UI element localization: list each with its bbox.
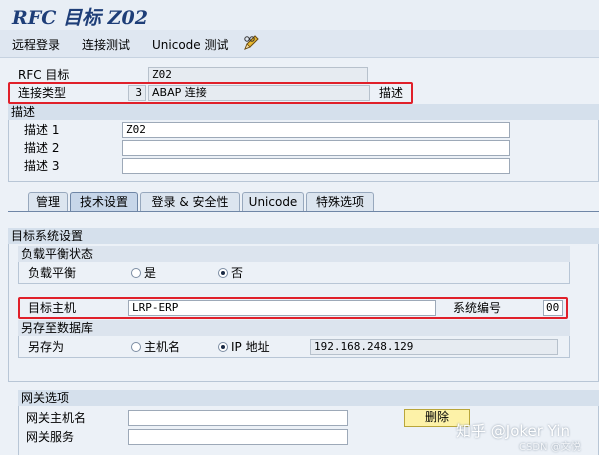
save-as-hostname-label: 主机名 <box>144 340 181 354</box>
connection-test-button[interactable]: 连接测试 <box>82 36 130 53</box>
target-host-label: 目标主机 <box>28 301 77 315</box>
sys-no-input[interactable]: 00 <box>543 300 563 316</box>
load-balance-title: 负载平衡状态 <box>18 246 570 262</box>
tab-unicode[interactable]: Unicode <box>242 192 304 212</box>
gateway-host-input[interactable] <box>128 410 348 426</box>
desc1-input[interactable]: Z02 <box>122 122 510 138</box>
rfc-target-label: RFC 目标 <box>18 68 70 82</box>
load-balance-panel <box>18 262 570 284</box>
save-as-label: 另存为 <box>28 340 65 354</box>
load-balance-no-radio[interactable] <box>218 268 228 278</box>
target-host-input[interactable]: LRP-ERP <box>128 300 436 316</box>
load-balance-label: 负载平衡 <box>28 266 77 280</box>
unicode-test-button[interactable]: Unicode 测试 <box>152 36 228 53</box>
tab-technical-settings[interactable]: 技术设置 <box>70 192 138 212</box>
tab-management[interactable]: 管理 <box>28 192 68 212</box>
tab-logon-security[interactable]: 登录 & 安全性 <box>140 192 240 212</box>
page-title: RFC 目标 Z02 <box>0 0 599 30</box>
desc3-input[interactable] <box>122 158 510 174</box>
gateway-service-input[interactable] <box>128 429 348 445</box>
conn-type-label: 连接类型 <box>18 86 67 100</box>
tab-special-options[interactable]: 特殊选项 <box>306 192 374 212</box>
csdn-watermark: CSDN @文悦 <box>519 442 581 453</box>
desc1-label: 描述 1 <box>24 123 60 137</box>
description-group-title: 描述 <box>8 104 599 120</box>
desc2-input[interactable] <box>122 140 510 156</box>
description-link[interactable]: 描述 <box>379 86 403 100</box>
gateway-group-title: 网关选项 <box>18 390 599 406</box>
gateway-host-label: 网关主机名 <box>26 411 87 425</box>
target-system-group-title: 目标系统设置 <box>8 228 599 244</box>
ip-address-field: 192.168.248.129 <box>310 339 558 355</box>
load-balance-yes-label: 是 <box>144 266 157 280</box>
save-as-ip-label: IP 地址 <box>231 340 270 354</box>
rfc-target-field: Z02 <box>148 67 368 83</box>
conn-type-field: ABAP 连接 <box>148 85 370 101</box>
toolbar: 远程登录 连接测试 Unicode 测试 <box>0 30 599 58</box>
load-balance-yes-radio[interactable] <box>131 268 141 278</box>
desc3-label: 描述 3 <box>24 159 60 173</box>
save-as-ip-radio[interactable] <box>218 342 228 352</box>
save-as-hostname-radio[interactable] <box>131 342 141 352</box>
conn-type-code: 3 <box>128 85 146 101</box>
sys-no-label: 系统编号 <box>453 301 502 315</box>
gateway-service-label: 网关服务 <box>26 430 75 444</box>
load-balance-no-label: 否 <box>231 266 244 280</box>
save-to-db-title: 另存至数据库 <box>18 320 570 336</box>
desc2-label: 描述 2 <box>24 141 60 155</box>
remote-login-button[interactable]: 远程登录 <box>12 36 60 53</box>
tab-strip-divider <box>8 211 599 212</box>
pencil-glasses-icon[interactable] <box>242 34 260 55</box>
